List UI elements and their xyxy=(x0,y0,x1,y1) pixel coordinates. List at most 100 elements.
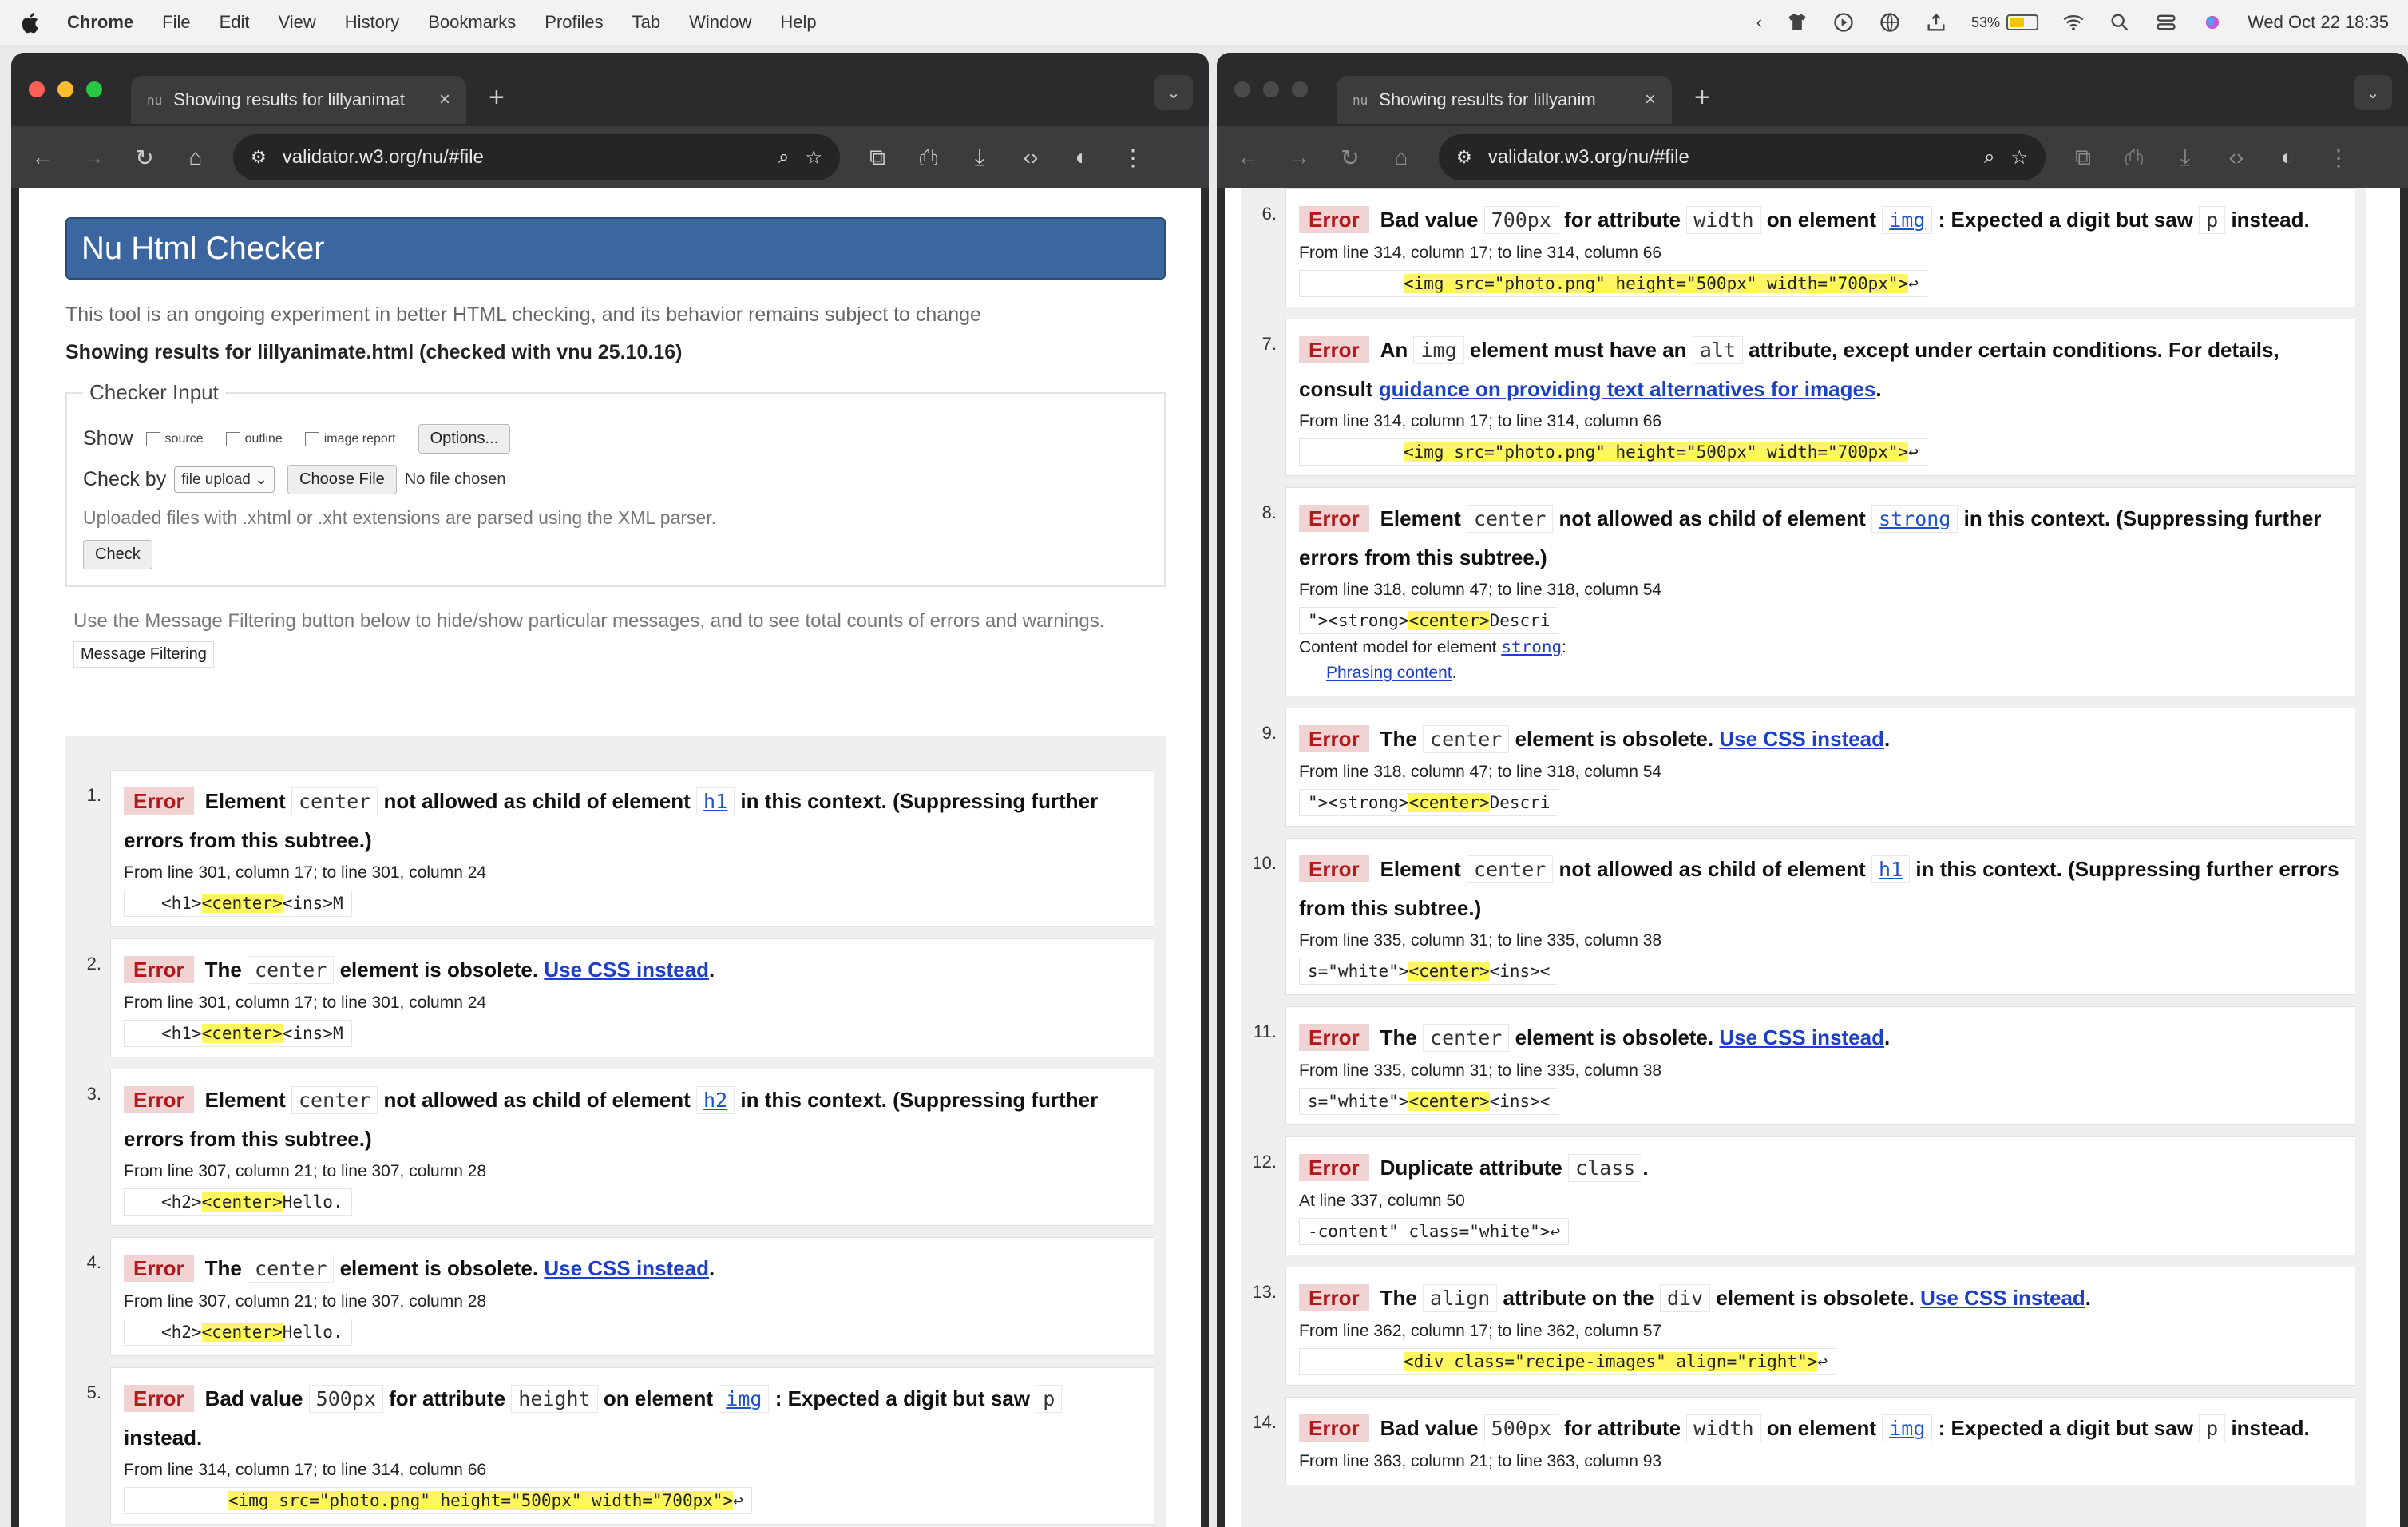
download-icon[interactable]: ⤓ xyxy=(966,145,993,171)
extension-icon[interactable]: ⧉ xyxy=(864,145,891,171)
element-link[interactable]: h2 xyxy=(696,1086,735,1114)
bookmark-star-icon[interactable]: ☆ xyxy=(805,146,822,169)
zoom-window-button[interactable] xyxy=(86,81,102,97)
home-icon[interactable]: ⌂ xyxy=(1388,145,1415,170)
kebab-menu-icon[interactable]: ⋮ xyxy=(1119,145,1147,171)
back-arrow-icon[interactable]: ← xyxy=(29,145,56,170)
siri-icon[interactable] xyxy=(2201,11,2224,34)
battery-indicator[interactable]: 53% xyxy=(1971,14,2039,31)
options-button[interactable]: Options... xyxy=(418,424,511,454)
extension-icon[interactable]: ⧉ xyxy=(2069,145,2097,171)
check-by-select[interactable]: file upload ⌄ xyxy=(174,466,275,493)
site-settings-icon[interactable]: ⚙ xyxy=(1456,147,1472,168)
choose-file-button[interactable]: Choose File xyxy=(287,465,397,494)
source-checkbox[interactable]: source xyxy=(145,431,204,446)
use-css-link[interactable]: Use CSS instead xyxy=(1920,1286,2085,1310)
check-button[interactable]: Check xyxy=(83,540,152,569)
close-window-button[interactable] xyxy=(29,81,45,97)
upload-tray-icon[interactable] xyxy=(1925,11,1947,34)
guidance-link[interactable]: guidance on providing text alternatives … xyxy=(1379,377,1876,401)
forward-arrow-icon[interactable]: → xyxy=(80,145,107,170)
element-link[interactable]: h1 xyxy=(696,787,735,815)
profile-avatar-icon[interactable]: ◐ xyxy=(1068,145,1095,170)
menu-help[interactable]: Help xyxy=(780,12,816,33)
element-link[interactable]: strong xyxy=(1871,505,1958,533)
phrasing-content-link[interactable]: Phrasing content xyxy=(1326,664,1452,682)
site-settings-icon[interactable]: ⚙ xyxy=(251,147,267,168)
message-item: 3. Error Element center not allowed as ch… xyxy=(87,1069,1154,1226)
outline-checkbox[interactable]: outline xyxy=(225,431,283,446)
use-css-link[interactable]: Use CSS instead xyxy=(544,958,709,982)
menu-bookmarks[interactable]: Bookmarks xyxy=(428,12,516,33)
menu-view[interactable]: View xyxy=(279,12,316,33)
menu-file[interactable]: File xyxy=(162,12,190,33)
tab-search-chevron-icon[interactable]: ⌄ xyxy=(1154,75,1193,110)
back-arrow-icon[interactable]: ← xyxy=(1234,145,1261,170)
zoom-magnifier-icon[interactable]: ⌕ xyxy=(1984,146,1994,169)
apple-icon[interactable] xyxy=(19,10,40,34)
download-icon[interactable]: ⤓ xyxy=(2172,145,2199,171)
search-icon[interactable] xyxy=(2109,11,2131,34)
close-window-button[interactable] xyxy=(1234,81,1250,97)
msg-part: An xyxy=(1380,338,1408,362)
kebab-menu-icon[interactable]: ⋮ xyxy=(2325,145,2352,171)
code-value: center xyxy=(1466,505,1554,533)
message-filtering-button[interactable]: Message Filtering xyxy=(73,641,214,668)
globe-icon[interactable] xyxy=(1879,11,1901,34)
message-text: Error Duplicate attribute class. xyxy=(1299,1148,2342,1188)
menu-edit[interactable]: Edit xyxy=(220,12,250,33)
minimize-window-button[interactable] xyxy=(1263,81,1279,97)
menu-tab[interactable]: Tab xyxy=(632,12,660,33)
tab-search-chevron-icon[interactable]: ⌄ xyxy=(2354,75,2392,110)
tab-close-icon[interactable]: × xyxy=(1645,89,1656,111)
print-icon[interactable]: ⎙ xyxy=(2121,145,2148,171)
wifi-icon[interactable] xyxy=(2062,11,2085,34)
shirt-icon[interactable] xyxy=(1786,11,1808,34)
address-bar[interactable]: ⚙ validator.w3.org/nu/#file ⌕ ☆ xyxy=(1439,134,2046,180)
forward-arrow-icon[interactable]: → xyxy=(1285,145,1313,170)
tab-active[interactable]: nu Showing results for lillyanimat × xyxy=(131,76,466,124)
zoom-magnifier-icon[interactable]: ⌕ xyxy=(778,146,789,169)
code-brackets-icon[interactable]: ‹› xyxy=(1017,145,1044,170)
error-badge: Error xyxy=(1299,336,1369,363)
strong-element-link[interactable]: strong xyxy=(1501,637,1562,656)
print-icon[interactable]: ⎙ xyxy=(915,145,942,171)
element-link[interactable]: img xyxy=(1882,1414,1933,1442)
element-link[interactable]: img xyxy=(1882,206,1933,234)
new-tab-plus-icon[interactable]: + xyxy=(489,82,505,113)
profile-avatar-icon[interactable]: ◐ xyxy=(2274,145,2301,170)
menu-profiles[interactable]: Profiles xyxy=(545,12,603,33)
window-controls xyxy=(1234,81,1308,97)
new-tab-plus-icon[interactable]: + xyxy=(1694,82,1710,113)
menu-history[interactable]: History xyxy=(345,12,399,33)
clock-datetime[interactable]: Wed Oct 22 18:35 xyxy=(2248,12,2389,33)
minimize-window-button[interactable] xyxy=(57,81,73,97)
bookmark-star-icon[interactable]: ☆ xyxy=(2010,146,2028,169)
url-text[interactable]: validator.w3.org/nu/#file xyxy=(1488,146,1968,169)
control-center-icon[interactable] xyxy=(2155,11,2177,34)
message-text: Error The center element is obsolete. Use… xyxy=(1299,1018,2342,1057)
code-value: width xyxy=(1686,1414,1761,1442)
url-text[interactable]: validator.w3.org/nu/#file xyxy=(283,146,762,169)
use-css-link[interactable]: Use CSS instead xyxy=(1719,727,1884,751)
element-link[interactable]: img xyxy=(719,1385,770,1413)
element-link[interactable]: h1 xyxy=(1871,855,1911,883)
image-report-checkbox[interactable]: image report xyxy=(304,431,396,446)
menu-window[interactable]: Window xyxy=(689,12,751,33)
menu-app-name[interactable]: Chrome xyxy=(67,12,133,33)
reload-icon[interactable]: ↻ xyxy=(131,145,158,171)
tab-active[interactable]: nu Showing results for lillyanim × xyxy=(1337,76,1672,124)
message-text: Error Bad value 500px for attribute heigh… xyxy=(124,1379,1141,1457)
use-css-link[interactable]: Use CSS instead xyxy=(544,1256,709,1280)
play-circle-icon[interactable] xyxy=(1832,11,1855,34)
zoom-window-button[interactable] xyxy=(1292,81,1308,97)
code-brackets-icon[interactable]: ‹› xyxy=(2223,145,2250,170)
reload-icon[interactable]: ↻ xyxy=(1337,145,1364,171)
chevron-left-icon[interactable]: ‹ xyxy=(1756,12,1762,33)
use-css-link[interactable]: Use CSS instead xyxy=(1719,1025,1884,1049)
code-value: p xyxy=(2199,1414,2226,1442)
tab-close-icon[interactable]: × xyxy=(439,89,450,111)
image-report-checkbox-label: image report xyxy=(323,431,396,446)
address-bar[interactable]: ⚙ validator.w3.org/nu/#file ⌕ ☆ xyxy=(233,134,840,180)
home-icon[interactable]: ⌂ xyxy=(182,145,209,170)
